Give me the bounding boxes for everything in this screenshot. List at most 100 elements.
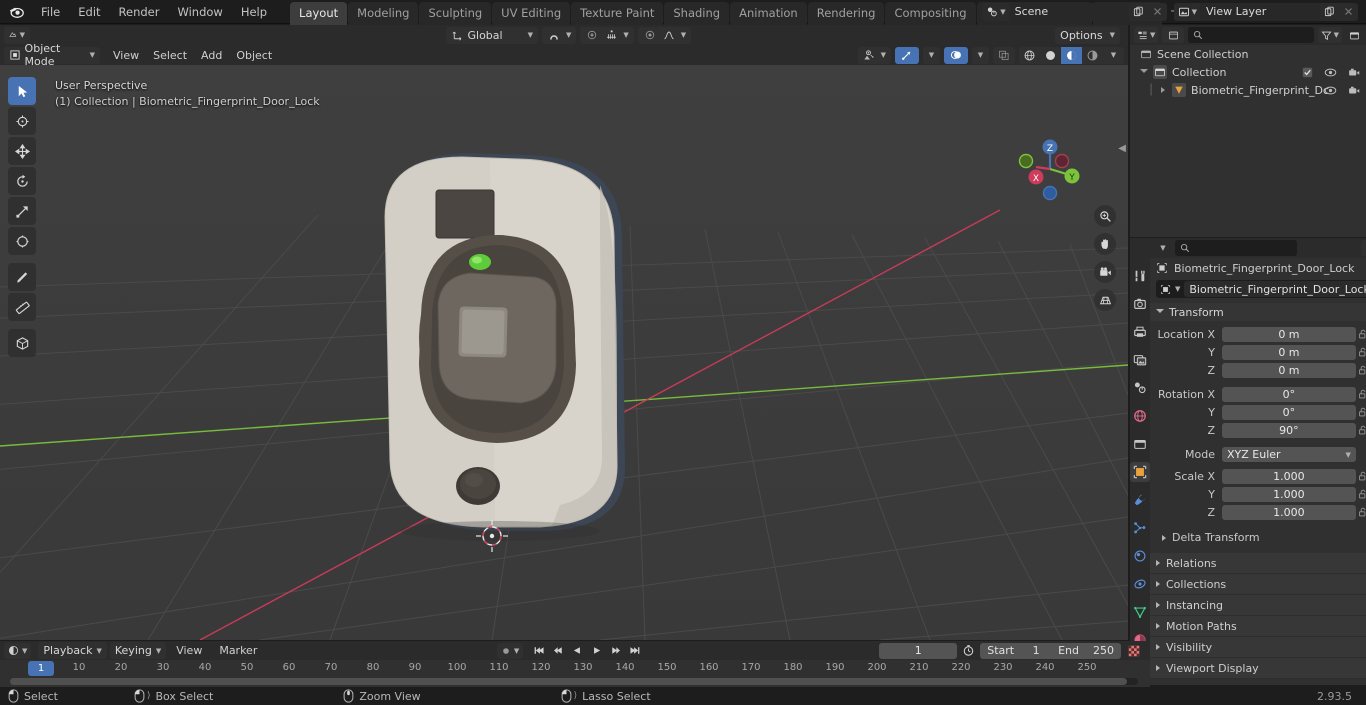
jump-to-start-button[interactable] <box>531 643 548 659</box>
properties-editor-type-button[interactable]: ▼ <box>1154 240 1172 256</box>
blender-logo-icon[interactable] <box>6 2 26 22</box>
scene-icon[interactable]: ▼ <box>982 2 1009 21</box>
outliner-row-scene-collection[interactable]: Scene Collection <box>1130 45 1366 63</box>
instancing-panel[interactable]: Instancing ⣿ <box>1150 595 1366 616</box>
shading-solid-button[interactable] <box>1040 47 1061 64</box>
shading-rendered-button[interactable] <box>1082 47 1103 64</box>
scene-selector[interactable]: ▼ Scene <box>982 2 1167 21</box>
scale-z-value[interactable]: 1.000 <box>1222 505 1356 520</box>
viewport-display-panel[interactable]: Viewport Display ⣿ <box>1150 658 1366 679</box>
proportional-falloff-dropdown[interactable]: ▼ <box>637 26 692 44</box>
outliner-new-collection-button[interactable] <box>1346 27 1362 43</box>
rotation-mode-dropdown[interactable]: XYZ Euler ▼ <box>1222 447 1356 462</box>
outliner-editor-type-button[interactable]: ▼ <box>1134 27 1159 43</box>
scale-y-lock-icon[interactable] <box>1356 489 1366 500</box>
gizmo-options-chevron[interactable]: ▼ <box>923 46 940 64</box>
new-scene-button[interactable] <box>1128 2 1148 21</box>
new-view-layer-button[interactable] <box>1320 2 1339 21</box>
timeline-ruler[interactable]: 10 20 30 40 50 60 70 80 90 100 110 120 1… <box>0 660 1150 677</box>
editor-type-icon[interactable]: ▼ <box>4 26 30 44</box>
object-name-field[interactable]: ▼ Biometric_Fingerprint_Door_Lock <box>1156 280 1366 298</box>
options-dropdown[interactable]: Options ▼ <box>1055 26 1120 44</box>
viewport-menu-view[interactable]: View <box>106 47 146 64</box>
scale-tool-button[interactable] <box>8 197 36 225</box>
scene-name-field[interactable]: Scene <box>1008 2 1129 21</box>
object-name-value[interactable]: Biometric_Fingerprint_Door_Lock <box>1184 281 1366 297</box>
camera-icon[interactable] <box>1348 85 1360 96</box>
annotate-tool-button[interactable] <box>8 263 36 291</box>
properties-tab-render[interactable] <box>1130 294 1150 314</box>
play-button[interactable] <box>588 643 605 659</box>
properties-tab-physics[interactable] <box>1130 546 1150 566</box>
jump-to-end-button[interactable] <box>626 643 643 659</box>
properties-tab-data[interactable] <box>1130 602 1150 622</box>
timeline-menu-marker[interactable]: Marker <box>212 642 264 659</box>
tab-uv-editing[interactable]: UV Editing <box>492 2 571 25</box>
timeline-scrollbar[interactable] <box>10 678 1138 685</box>
chevron-down-icon[interactable] <box>1140 68 1148 76</box>
view-layer-name-field[interactable]: View Layer <box>1200 2 1320 21</box>
tab-animation[interactable]: Animation <box>730 2 807 25</box>
rotation-x-lock-icon[interactable] <box>1356 389 1366 400</box>
snapping-toggle[interactable]: ▼ <box>541 26 577 44</box>
timeline-editor-type-button[interactable]: ▼ <box>4 642 32 659</box>
view-layer-selector[interactable]: ▼ View Layer <box>1173 2 1358 21</box>
sync-clock-icon[interactable] <box>959 643 978 659</box>
outliner-row-collection[interactable]: Collection <box>1130 63 1366 81</box>
tab-texture-paint[interactable]: Texture Paint <box>571 2 664 25</box>
properties-tab-modifier[interactable] <box>1130 490 1150 510</box>
menu-window[interactable]: Window <box>168 2 231 22</box>
cursor-tool-button[interactable] <box>8 107 36 135</box>
overlays-toggle[interactable] <box>944 46 968 64</box>
menu-file[interactable]: File <box>32 2 69 22</box>
gizmo-toggle[interactable] <box>895 46 919 64</box>
toggle-perspective-button[interactable] <box>1094 289 1116 311</box>
rotation-y-lock-icon[interactable] <box>1356 407 1366 418</box>
navigation-gizmo[interactable]: Z Y X <box>1014 133 1086 205</box>
outliner-filter-button[interactable]: ▼ <box>1317 27 1342 43</box>
eye-icon[interactable] <box>1324 67 1337 78</box>
properties-tab-constraints[interactable] <box>1130 574 1150 594</box>
start-frame-value[interactable]: 1 <box>1021 644 1051 657</box>
properties-tab-world[interactable] <box>1130 406 1150 426</box>
playback-menu[interactable]: Playback ▼ <box>38 642 107 659</box>
tab-rendering[interactable]: Rendering <box>807 2 885 25</box>
timeline-menu-view[interactable]: View <box>169 642 209 659</box>
view-layer-icon[interactable]: ▼ <box>1173 2 1200 21</box>
menu-help[interactable]: Help <box>232 2 276 22</box>
shading-material-preview-button[interactable] <box>1061 46 1082 64</box>
shading-wireframe-button[interactable] <box>1019 47 1040 64</box>
chevron-down-icon[interactable]: ▼ <box>1175 285 1180 293</box>
properties-search-input[interactable] <box>1175 240 1297 256</box>
tab-sculpting[interactable]: Sculpting <box>419 2 492 25</box>
delta-transform-subpanel[interactable]: Delta Transform <box>1150 529 1366 546</box>
tab-shading[interactable]: Shading <box>664 2 730 25</box>
outliner-row-biometric-lock[interactable]: │ Biometric_Fingerprint_Dc <box>1130 81 1366 99</box>
camera-icon[interactable] <box>1348 67 1360 78</box>
properties-tab-output[interactable] <box>1130 322 1150 342</box>
frame-range-group[interactable]: Start 1 End 250 <box>980 642 1121 659</box>
transform-panel-header[interactable]: Transform ⣿ <box>1150 303 1366 321</box>
rotation-x-value[interactable]: 0° <box>1222 387 1356 402</box>
location-x-value[interactable]: 0 m <box>1222 327 1356 342</box>
keying-menu[interactable]: Keying ▼ <box>109 642 167 659</box>
zoom-view-button[interactable] <box>1094 205 1116 227</box>
checker-icon[interactable] <box>1126 643 1142 659</box>
visibility-dropdown[interactable]: ▼ <box>857 46 891 64</box>
camera-view-button[interactable] <box>1094 261 1116 283</box>
add-cube-tool-button[interactable] <box>8 329 36 357</box>
auto-keying-toggle[interactable]: ▼ <box>496 642 524 659</box>
rotation-z-lock-icon[interactable] <box>1356 425 1366 436</box>
sidebar-collapse-arrow[interactable]: ◀ <box>1118 143 1126 154</box>
outliner-search-input[interactable] <box>1188 27 1314 43</box>
previous-keyframe-button[interactable] <box>550 643 567 659</box>
properties-tab-object[interactable] <box>1130 462 1150 482</box>
location-y-value[interactable]: 0 m <box>1222 345 1356 360</box>
move-view-button[interactable] <box>1094 233 1116 255</box>
tab-modeling[interactable]: Modeling <box>348 2 419 25</box>
xray-toggle[interactable] <box>993 46 1015 64</box>
shading-options-chevron[interactable]: ▼ <box>1103 47 1124 64</box>
remove-view-layer-button[interactable] <box>1339 2 1358 21</box>
menu-render[interactable]: Render <box>110 2 169 22</box>
location-z-value[interactable]: 0 m <box>1222 363 1356 378</box>
